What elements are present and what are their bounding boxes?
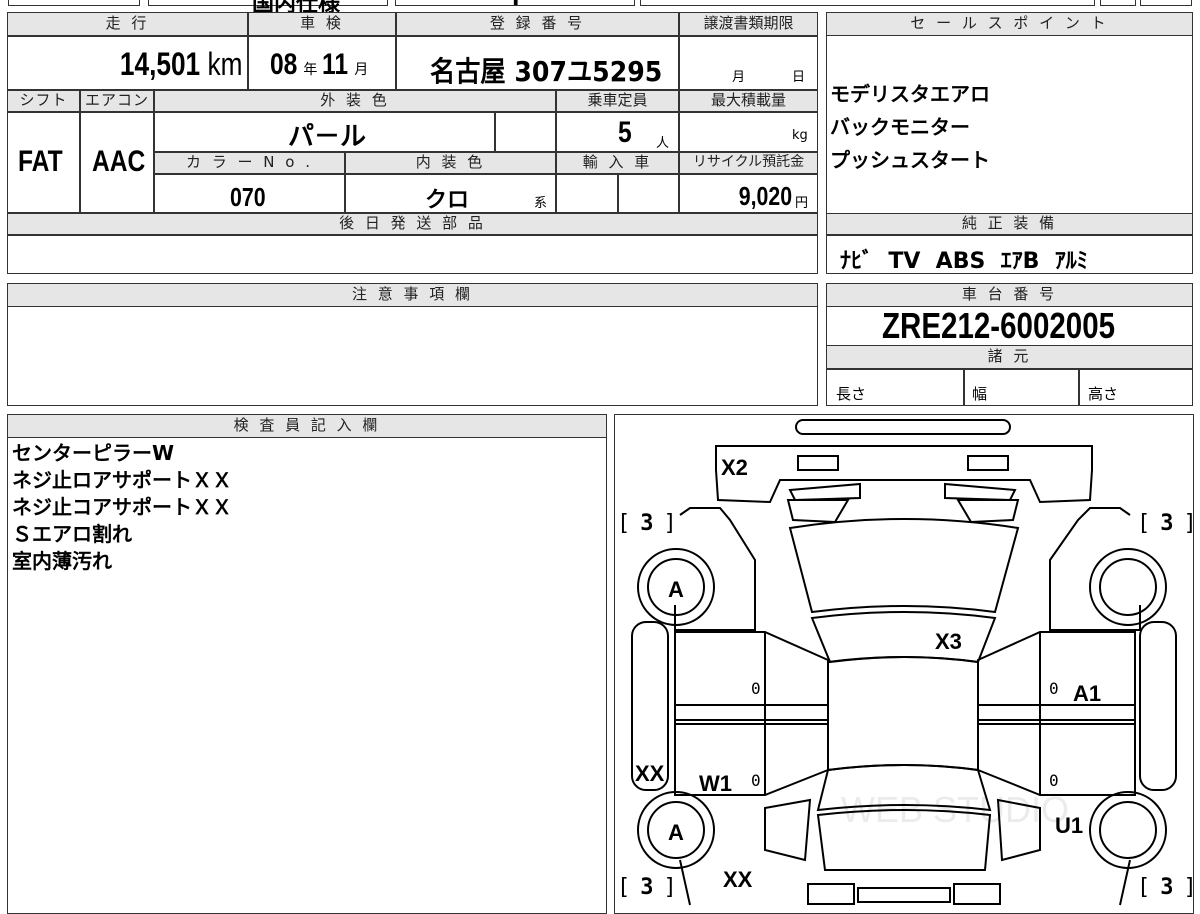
tread-fl-value: 3: [640, 511, 654, 536]
watermark: WEB STUDIO: [841, 789, 1070, 830]
exterior-color-header: 外 装 色: [154, 90, 556, 112]
bracket-close: ]: [1184, 511, 1194, 536]
capacity-value: 5: [618, 116, 632, 149]
specs-header: 諸 元: [826, 345, 1193, 369]
mark-left-rear-door: W1: [699, 771, 732, 796]
import-cell-1: [556, 174, 618, 213]
recycle-fee-unit: 円: [795, 196, 809, 211]
top-strip-cell-6: [1140, 0, 1192, 6]
inspector-note-2: ネジ止ロアサポートＸＸ: [12, 468, 232, 492]
aircon-value: AAC: [92, 145, 146, 178]
shift-value: FAT: [18, 145, 63, 178]
exterior-color-extra: [495, 112, 556, 152]
bracket-close: ]: [663, 511, 677, 536]
sales-point-list: モデリスタエアロ バックモニター プッシュスタート: [830, 78, 990, 177]
inspection-date: 08 年 11 月: [270, 48, 368, 82]
inspection-year: 08: [270, 48, 298, 81]
max-load-unit: kg: [792, 128, 808, 143]
mark-front-bumper: X2: [721, 455, 748, 480]
inspector-note-5: 室内薄汚れ: [12, 549, 112, 573]
sales-point-header: セ ー ル ス ポ イ ン ト: [826, 12, 1193, 36]
max-load-header: 最大積載量: [679, 90, 818, 112]
inspector-note-1: センターピラーW: [12, 441, 175, 465]
tread-rr-value: 3: [1160, 875, 1174, 900]
interior-color-value: クロ: [425, 188, 470, 213]
car-outline: [631, 419, 1177, 906]
tread-fr-value: 3: [1160, 511, 1174, 536]
capacity-header: 乗車定員: [556, 90, 679, 112]
top-strip-cell-5: [1100, 0, 1136, 6]
later-parts-header: 後 日 発 送 部 品: [7, 213, 818, 235]
inspection-month: 11: [322, 48, 349, 81]
top-strip-cell-4: [640, 0, 1095, 6]
spec-height: 高さ: [1088, 385, 1119, 403]
shift-header: シフト: [7, 90, 80, 112]
zero-left-front: 0: [751, 679, 761, 698]
mileage-unit: km: [207, 46, 242, 82]
tread-front-left: [3]: [617, 511, 677, 536]
recycle-fee-value: 9,020: [738, 181, 792, 211]
mileage-value: 14,501 km: [119, 46, 242, 83]
mileage-header: 走 行: [7, 12, 248, 36]
deadline-month-unit: 月: [732, 70, 746, 85]
zero-right-rear: 0: [1049, 771, 1059, 790]
spec-length: 長さ: [836, 385, 867, 403]
registration-header: 登 録 番 号: [396, 12, 679, 36]
interior-color-suffix: 系: [534, 196, 548, 211]
inspector-note-3: ネジ止コアサポートＸＸ: [12, 495, 232, 519]
mark-rear-left-tire: A: [668, 820, 684, 845]
inspector-notes-list: センターピラーW ネジ止ロアサポートＸＸ ネジ止コアサポートＸＸ Ｓエアロ割れ …: [12, 440, 232, 575]
aircon-header: エアコン: [80, 90, 154, 112]
sales-point-3: プッシュスタート: [830, 148, 990, 172]
spec-width: 幅: [972, 385, 988, 403]
color-no-header: カ ラ ー N o .: [154, 152, 345, 174]
later-parts-cell: [7, 235, 818, 274]
sales-point-1: モデリスタエアロ: [830, 82, 990, 106]
transfer-deadline-header: 譲渡書類期限: [679, 12, 818, 36]
exterior-color-value: パ－ル: [288, 122, 367, 152]
interior-color-header: 内 装 色: [345, 152, 556, 174]
genuine-equipment-value: ﾅﾋﾞ TV ABS ｴｱB ｱﾙﾐ: [840, 249, 1088, 274]
mark-right-front-door: A1: [1073, 681, 1102, 706]
genuine-equipment-header: 純 正 装 備: [826, 213, 1193, 235]
capacity-unit: 人: [656, 136, 670, 151]
bracket-open: [: [617, 875, 631, 900]
chassis-header: 車 台 番 号: [826, 283, 1193, 307]
top-strip-cell-1: [8, 0, 140, 6]
bracket-open: [: [1137, 875, 1151, 900]
tread-rl-value: 3: [640, 875, 654, 900]
inspector-notes-header: 検 査 員 記 入 欄: [7, 414, 607, 438]
tread-rear-left: [3]: [617, 875, 677, 900]
recycle-fee-header: リサイクル預託金: [679, 152, 818, 174]
top-strip-fragment-2: I: [512, 0, 519, 10]
inspector-note-4: Ｓエアロ割れ: [12, 522, 132, 546]
bracket-open: [: [617, 511, 631, 536]
color-no-value: 070: [230, 182, 266, 212]
chassis-number: ZRE212-6002005: [882, 305, 1116, 346]
mark-front-left-tire: A: [668, 577, 684, 602]
inspection-header: 車 検: [248, 12, 396, 36]
month-unit: 月: [354, 62, 369, 78]
tread-front-right: [3]: [1137, 511, 1194, 536]
import-cell-2: [618, 174, 679, 213]
zero-left-rear: 0: [751, 771, 761, 790]
import-header: 輸 入 車: [556, 152, 679, 174]
registration-number: 名古屋 307ユ5295: [430, 55, 663, 88]
tread-rear-right: [3]: [1137, 875, 1194, 900]
bracket-open: [: [1137, 511, 1151, 536]
deadline-day-unit: 日: [792, 70, 806, 85]
sales-point-2: バックモニター: [830, 115, 970, 139]
zero-right-front: 0: [1049, 679, 1059, 698]
notes-header: 注 意 事 項 欄: [7, 283, 818, 307]
mileage-number: 14,501: [119, 46, 200, 82]
year-unit: 年: [303, 62, 318, 78]
car-diagram-panel: [3] [3] [3] [3] X2 A X3 A1 XX W1 U1 A XX…: [614, 414, 1194, 914]
mark-rear-left: XX: [723, 867, 753, 892]
bracket-close: ]: [663, 875, 677, 900]
mark-hood-right: X3: [935, 629, 962, 654]
mark-left-pillar: XX: [635, 761, 665, 786]
bracket-close: ]: [1184, 875, 1194, 900]
